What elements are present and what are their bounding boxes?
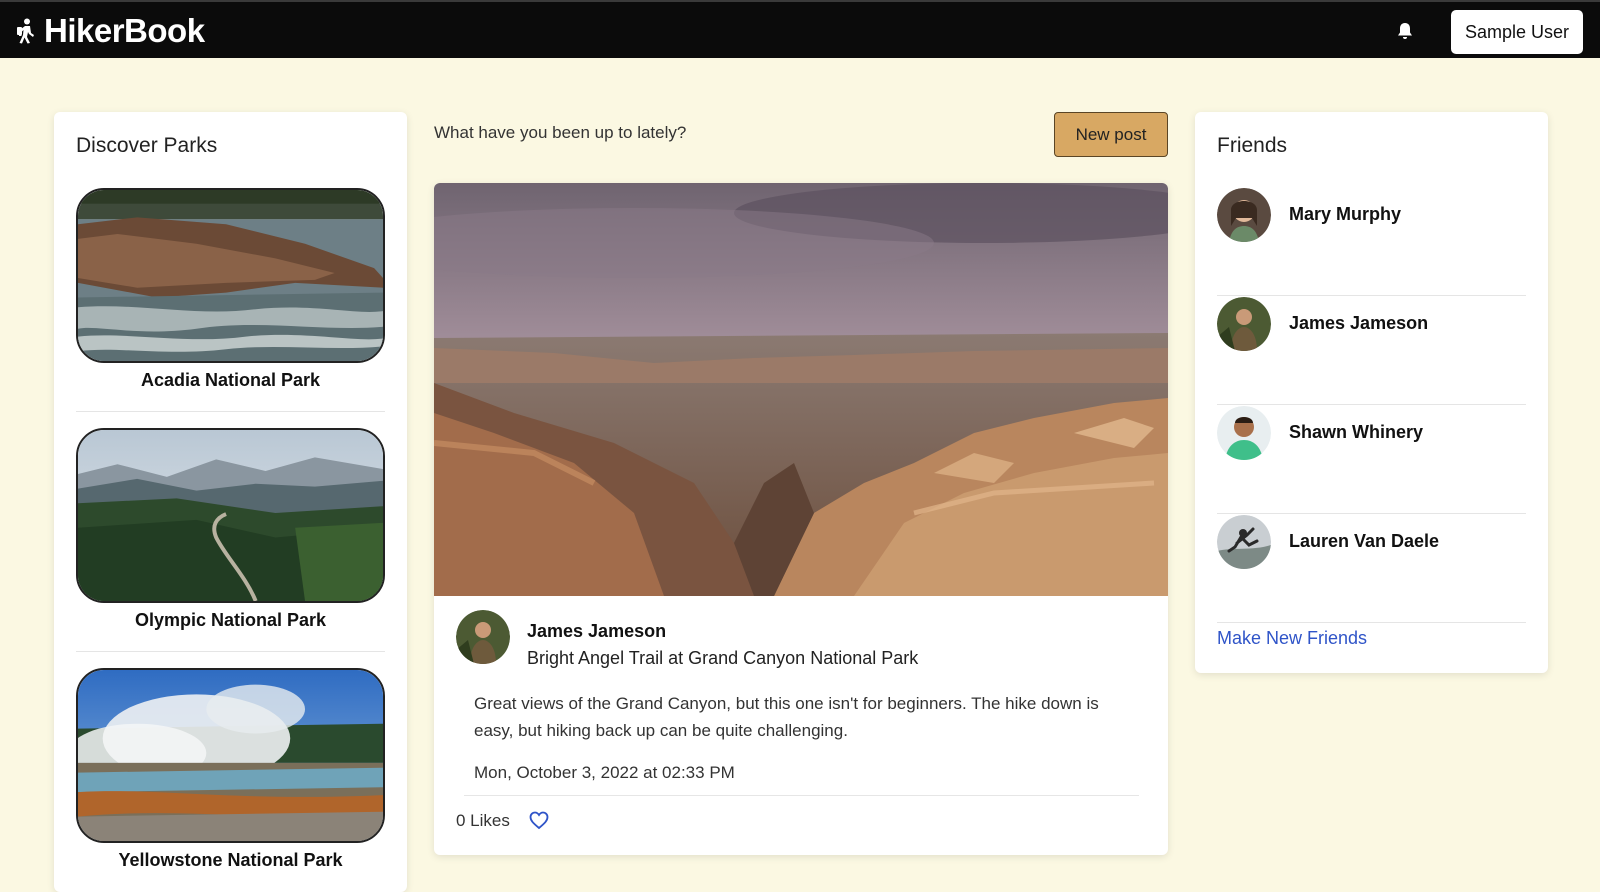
friend-name[interactable]: Shawn Whinery — [1289, 422, 1423, 443]
friend-name[interactable]: James Jameson — [1289, 313, 1428, 334]
top-navbar: HikerBook Sample User — [0, 0, 1600, 58]
divider — [76, 411, 385, 412]
post-trail-name[interactable]: Bright Angel Trail — [527, 648, 663, 668]
park-name[interactable]: Acadia National Park — [76, 370, 385, 391]
post-date: Mon, October 3, 2022 at 02:33 PM — [474, 763, 735, 782]
post-park-name[interactable]: Grand Canyon National Park — [688, 648, 918, 668]
post-location: Bright Angel Trail at Grand Canyon Natio… — [527, 648, 918, 669]
friend-item[interactable]: James Jameson — [1217, 297, 1526, 405]
friend-avatar[interactable] — [1217, 297, 1271, 351]
discover-parks-card: Discover Parks Acadia National Park Olym… — [54, 112, 407, 892]
park-name[interactable]: Yellowstone National Park — [76, 850, 385, 871]
friend-item[interactable]: Lauren Van Daele — [1217, 515, 1526, 623]
post-image[interactable] — [434, 183, 1168, 596]
divider — [76, 651, 385, 652]
friend-name[interactable]: Lauren Van Daele — [1289, 531, 1439, 552]
friend-avatar[interactable] — [1217, 515, 1271, 569]
friend-avatar[interactable] — [1217, 406, 1271, 460]
likes-count: 0 Likes — [456, 811, 510, 830]
acadia-park-image[interactable] — [76, 188, 385, 363]
park-item-acadia[interactable]: Acadia National Park — [76, 188, 385, 412]
post-author-name[interactable]: James Jameson — [527, 621, 666, 642]
friend-item[interactable]: Shawn Whinery — [1217, 406, 1526, 514]
friends-title: Friends — [1217, 134, 1288, 157]
post-body: Great views of the Grand Canyon, but thi… — [474, 694, 1099, 740]
heart-icon[interactable] — [529, 811, 549, 830]
olympic-park-image[interactable] — [76, 428, 385, 603]
bell-icon[interactable] — [1395, 21, 1415, 41]
friend-avatar[interactable] — [1217, 188, 1271, 242]
brand-name: HikerBook — [44, 12, 205, 49]
friend-item[interactable]: Mary Murphy — [1217, 188, 1526, 296]
make-new-friends-link[interactable]: Make New Friends — [1217, 628, 1367, 649]
park-item-olympic[interactable]: Olympic National Park — [76, 428, 385, 652]
post-at-word: at — [668, 648, 684, 668]
friends-card: Friends Mary Murphy James Jameson Shawn … — [1195, 112, 1548, 673]
post-card: James Jameson Bright Angel Trail at Gran… — [434, 183, 1168, 855]
new-post-prompt: What have you been up to lately? — [434, 123, 687, 142]
new-post-button[interactable]: New post — [1054, 112, 1168, 157]
park-item-yellowstone[interactable]: Yellowstone National Park — [76, 668, 385, 871]
brand-link[interactable]: HikerBook — [16, 12, 205, 50]
friend-name[interactable]: Mary Murphy — [1289, 204, 1401, 225]
user-menu-button[interactable]: Sample User — [1451, 10, 1583, 54]
post-author-avatar[interactable] — [456, 610, 510, 664]
divider — [464, 795, 1139, 796]
yellowstone-park-image[interactable] — [76, 668, 385, 843]
park-name[interactable]: Olympic National Park — [76, 610, 385, 631]
hiker-icon — [17, 18, 34, 44]
discover-parks-title: Discover Parks — [76, 134, 218, 157]
